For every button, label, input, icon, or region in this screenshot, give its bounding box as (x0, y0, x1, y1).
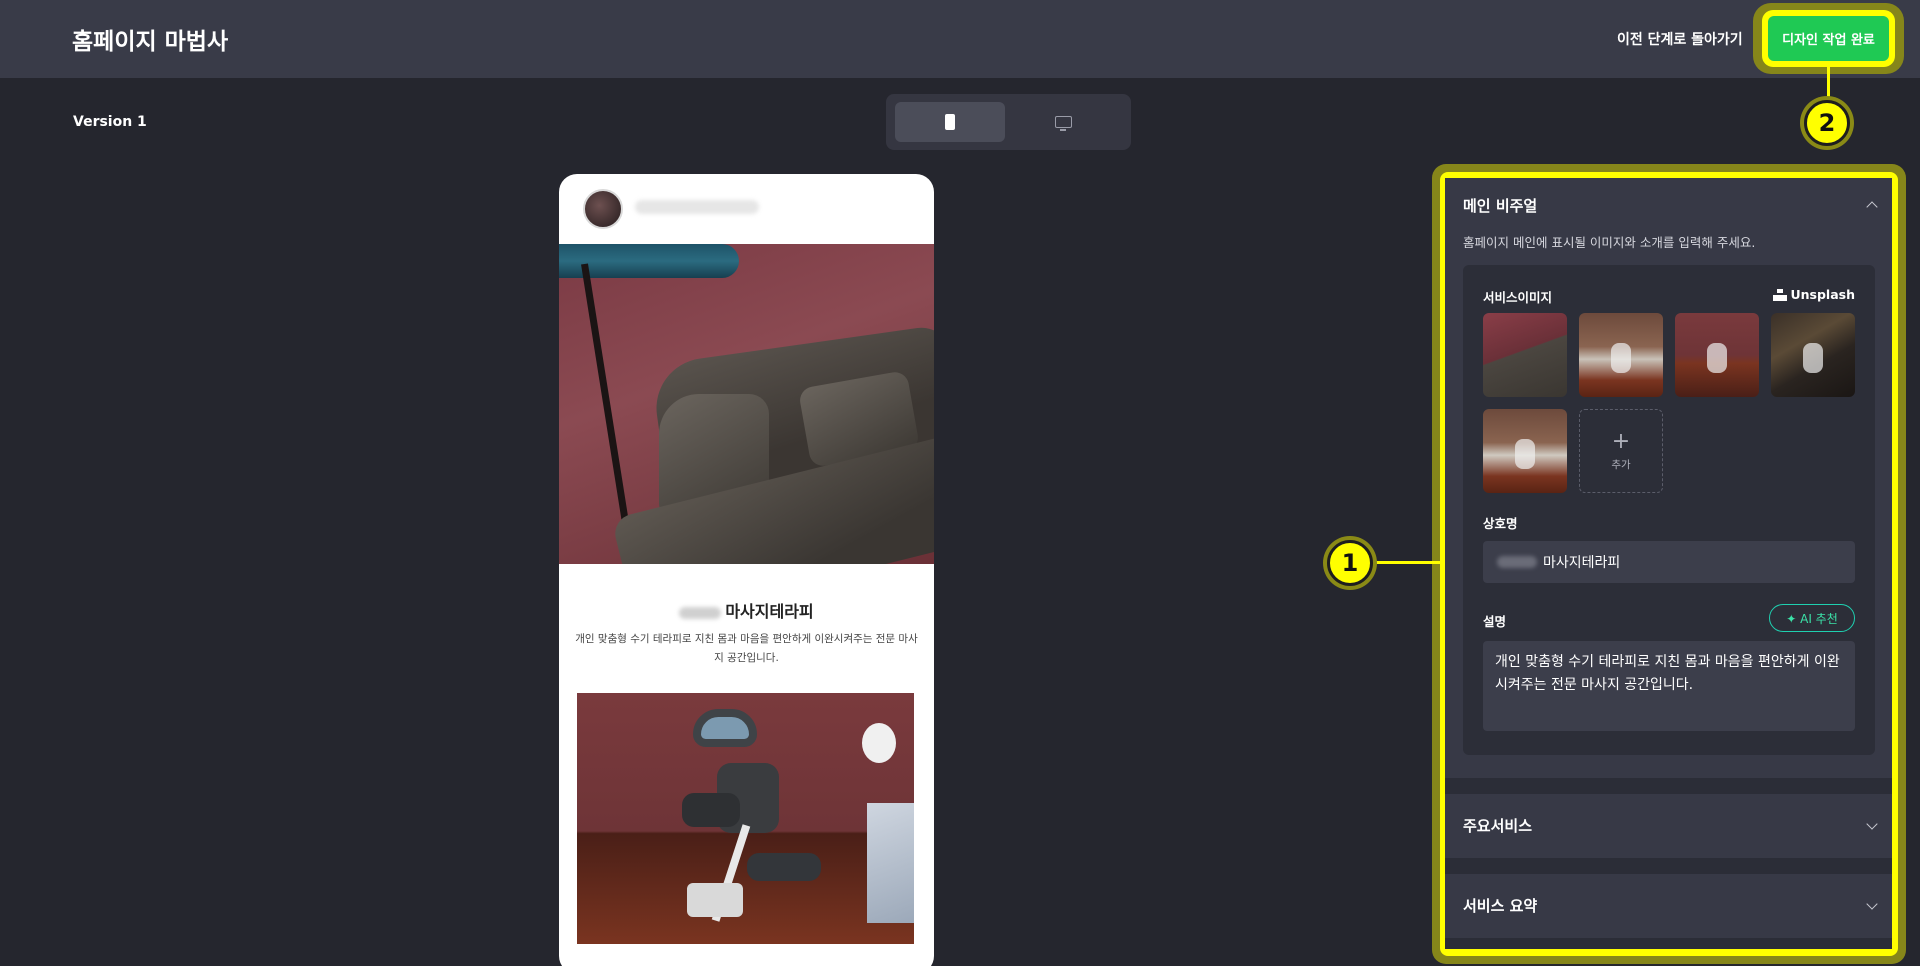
fan (862, 723, 896, 763)
section-service-summary-title: 서비스 요약 (1463, 897, 1538, 915)
device-toggle (886, 94, 1131, 150)
business-name-value: 마사지테라피 (1543, 555, 1621, 571)
plus-icon: + (1611, 428, 1631, 454)
hero-image (559, 244, 934, 564)
marker-2: 2 (1804, 100, 1850, 146)
section-service-summary[interactable]: 서비스 요약 (1445, 874, 1892, 938)
preview-business-name: 마사지테라피 (559, 598, 934, 622)
marker-1-connector (1372, 561, 1442, 564)
finish-design-button[interactable]: 디자인 작업 완료 (1768, 16, 1889, 61)
business-name-label: 상호명 (1483, 516, 1518, 531)
section-main-services[interactable]: 주요서비스 (1445, 794, 1892, 858)
chevron-up-icon[interactable] (1866, 201, 1878, 213)
section-main-visual-subtitle: 홈페이지 메인에 표시될 이미지와 소개를 입력해 주세요. (1463, 235, 1756, 250)
service-images-label: 서비스이미지 (1483, 290, 1553, 305)
thumb-detail (1803, 343, 1823, 373)
chair-seat (747, 853, 821, 881)
blurred-prefix (679, 606, 722, 619)
service-image-thumb[interactable] (1483, 409, 1567, 493)
monitor-icon (1054, 116, 1072, 131)
unsplash-icon (1772, 288, 1787, 301)
marker-2-connector (1827, 67, 1830, 103)
avatar (583, 189, 623, 229)
thumb-detail (1515, 439, 1535, 469)
mobile-view-button[interactable] (895, 102, 1005, 142)
marker-1: 1 (1327, 540, 1373, 586)
blurred-prefix (1497, 556, 1537, 568)
mobile-icon (945, 114, 955, 130)
description-label: 설명 (1483, 614, 1507, 629)
section-main-visual-title[interactable]: 메인 비주얼 (1463, 195, 1537, 216)
thumb-detail (1611, 343, 1631, 373)
settings-panel: 메인 비주얼 홈페이지 메인에 표시될 이미지와 소개를 입력해 주세요. 서비… (1445, 178, 1892, 949)
section-main-visual: 메인 비주얼 홈페이지 메인에 표시될 이미지와 소개를 입력해 주세요. 서비… (1445, 178, 1892, 778)
service-photo (577, 693, 914, 944)
chair-knee-pad (687, 883, 743, 917)
service-image-thumb[interactable] (1675, 313, 1759, 397)
thumb-detail (1707, 343, 1727, 373)
version-label: Version 1 (73, 114, 147, 130)
chair-headrest (693, 709, 757, 747)
preview-header (559, 174, 934, 244)
unsplash-label: Unsplash (1790, 287, 1856, 302)
chair-chest-pad (682, 793, 740, 827)
add-image-button[interactable]: + 추가 (1579, 409, 1663, 493)
section-main-services-title: 주요서비스 (1463, 817, 1533, 835)
main-visual-form: 서비스이미지 Unsplash + 추가 상호명 마사지테라피 설명 ✦ AI … (1463, 265, 1875, 755)
ai-recommend-button[interactable]: ✦ AI 추천 (1769, 604, 1855, 632)
service-image-thumb[interactable] (1579, 313, 1663, 397)
description-field[interactable]: 개인 맞춤형 수기 테라피로 지친 몸과 마음을 편안하게 이완시켜주는 전문 … (1483, 641, 1855, 731)
business-name-field[interactable]: 마사지테라피 (1483, 541, 1855, 583)
preview-business-name-text: 마사지테라피 (725, 602, 814, 621)
desktop-view-button[interactable] (1008, 102, 1118, 142)
service-image-thumb[interactable] (1771, 313, 1855, 397)
preview-description: 개인 맞춤형 수기 테라피로 지친 몸과 마음을 편안하게 이완시켜주는 전문 … (575, 633, 918, 664)
unsplash-button[interactable]: Unsplash (1772, 287, 1856, 302)
service-image-thumb[interactable] (1483, 313, 1567, 397)
mobile-preview: 마사지테라피 개인 맞춤형 수기 테라피로 지친 몸과 마음을 편안하게 이완시… (559, 174, 934, 966)
app-title: 홈페이지 마법사 (72, 29, 229, 55)
chevron-down-icon (1866, 818, 1878, 830)
top-bar: 홈페이지 마법사 이전 단계로 돌아가기 (0, 0, 1920, 78)
add-image-label: 추가 (1611, 458, 1631, 471)
blurred-business-name (635, 200, 759, 214)
back-link[interactable]: 이전 단계로 돌아가기 (1617, 29, 1743, 49)
bed (867, 803, 914, 923)
chevron-down-icon (1866, 898, 1878, 910)
